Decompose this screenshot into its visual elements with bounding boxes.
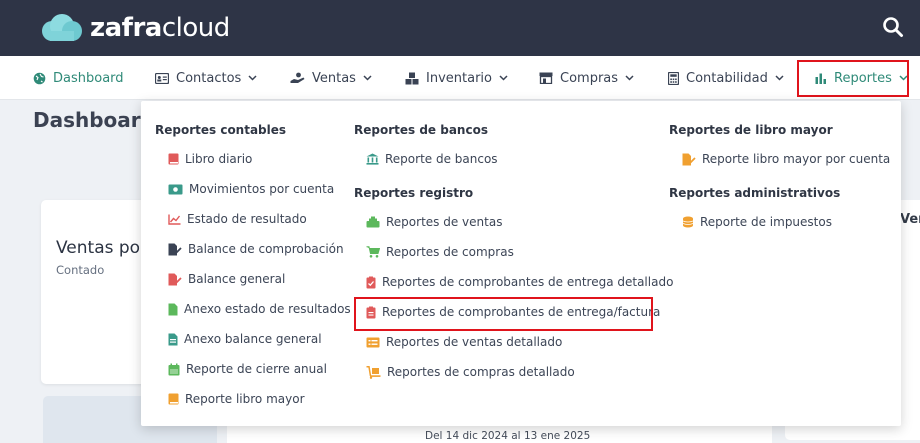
cash-register-icon bbox=[366, 216, 380, 228]
chevron-down-icon bbox=[775, 75, 784, 81]
section-heading-administrativos: Reportes administrativos bbox=[669, 186, 841, 200]
menu-item-label: Reportes de ventas detallado bbox=[386, 335, 563, 349]
top-bar: zafracloud bbox=[0, 0, 920, 56]
menu-item-libro-diario[interactable]: Libro diario bbox=[168, 150, 252, 168]
boxes-icon bbox=[405, 72, 419, 84]
cloud-logo-icon bbox=[42, 14, 82, 41]
entrega-factura-highlight-box bbox=[354, 297, 653, 331]
menu-item-anexo-balance-general[interactable]: Anexo balance general bbox=[168, 330, 322, 348]
nav-compras-label: Compras bbox=[560, 70, 619, 86]
menu-item-label: Libro diario bbox=[185, 152, 253, 166]
nav-ventas-label: Ventas bbox=[312, 70, 356, 86]
store-icon bbox=[539, 72, 553, 84]
nav-contactos[interactable]: Contactos bbox=[155, 56, 257, 100]
menu-item-label: Reportes de compras detallado bbox=[387, 365, 575, 379]
menu-item-label: Estado de resultado bbox=[187, 212, 307, 226]
coins-icon bbox=[682, 216, 694, 228]
menu-item-anexo-estado-de-resultados[interactable]: Anexo estado de resultados bbox=[168, 300, 351, 318]
menu-item-balance-general[interactable]: Balance general bbox=[168, 270, 285, 288]
chevron-down-icon bbox=[625, 75, 634, 81]
reportes-highlight-box bbox=[797, 60, 909, 97]
logo-text: zafracloud bbox=[90, 13, 230, 43]
file-icon bbox=[168, 303, 178, 315]
chevron-down-icon bbox=[248, 75, 257, 81]
book-icon bbox=[168, 153, 179, 165]
menu-item-label: Reporte libro mayor por cuenta bbox=[702, 152, 891, 166]
menu-item-label: Reporte de impuestos bbox=[700, 215, 832, 229]
menu-item-label: Balance general bbox=[188, 272, 286, 286]
nav-compras[interactable]: Compras bbox=[539, 56, 634, 100]
menu-item-reportes-de-ventas[interactable]: Reportes de ventas bbox=[366, 213, 502, 231]
hand-holding-icon bbox=[290, 72, 305, 83]
clipboard-check-icon bbox=[366, 276, 376, 288]
date-range-label: Del 14 dic 2024 al 13 ene 2025 bbox=[425, 430, 591, 442]
menu-item-reporte-de-bancos[interactable]: Reporte de bancos bbox=[366, 150, 498, 168]
menu-item-label: Reporte de bancos bbox=[385, 152, 498, 166]
file-edit-icon bbox=[168, 273, 182, 285]
menu-item-reporte-libro-mayor-por-cuenta[interactable]: Reporte libro mayor por cuenta bbox=[682, 150, 890, 168]
line-chart-icon bbox=[168, 214, 181, 225]
menu-item-label: Reportes de comprobantes de entrega deta… bbox=[382, 275, 674, 289]
bank-icon bbox=[366, 153, 379, 165]
money-bill-icon bbox=[168, 184, 183, 194]
nav-ventas[interactable]: Ventas bbox=[290, 56, 372, 100]
menu-item-label: Anexo estado de resultados bbox=[184, 302, 351, 316]
book-icon bbox=[168, 393, 179, 405]
nav-dashboard-label: Dashboard bbox=[53, 70, 124, 86]
section-heading-registro: Reportes registro bbox=[354, 186, 474, 200]
menu-item-reportes-de-compras[interactable]: Reportes de compras bbox=[366, 243, 514, 261]
menu-item-label: Movimientos por cuenta bbox=[189, 182, 335, 196]
address-card-icon bbox=[155, 72, 169, 84]
file-signature-icon bbox=[168, 243, 182, 255]
shopping-cart-icon bbox=[366, 246, 380, 258]
menu-item-label: Reporte libro mayor bbox=[185, 392, 305, 406]
menu-item-movimientos-por-cuenta[interactable]: Movimientos por cuenta bbox=[168, 180, 334, 198]
nav-inventario-label: Inventario bbox=[426, 70, 492, 86]
chevron-down-icon bbox=[499, 75, 508, 81]
menu-item-reportes-de-compras-detallado[interactable]: Reportes de compras detallado bbox=[366, 363, 575, 381]
section-heading-libro-mayor: Reportes de libro mayor bbox=[669, 123, 833, 137]
menu-item-reporte-de-cierre-anual[interactable]: Reporte de cierre anual bbox=[168, 360, 327, 378]
sales-card-subtitle: Contado bbox=[56, 263, 105, 277]
sales-card-title: Ventas po bbox=[56, 238, 141, 258]
nav-contabilidad[interactable]: Contabilidad bbox=[668, 56, 784, 100]
nav-contactos-label: Contactos bbox=[176, 70, 242, 86]
main-navbar: Dashboard Contactos Ventas Inventario Co… bbox=[0, 56, 920, 100]
menu-item-label: Anexo balance general bbox=[184, 332, 322, 346]
zafracloud-logo[interactable]: zafracloud bbox=[40, 10, 230, 46]
right-card-title: Ver bbox=[900, 212, 920, 227]
menu-item-balance-de-comprobacion[interactable]: Balance de comprobación bbox=[168, 240, 344, 258]
file-alt-icon bbox=[168, 333, 178, 345]
nav-dashboard[interactable]: Dashboard bbox=[33, 56, 124, 100]
menu-item-reporte-libro-mayor[interactable]: Reporte libro mayor bbox=[168, 390, 305, 408]
page-title: Dashboard bbox=[33, 108, 155, 132]
dolly-icon bbox=[366, 365, 381, 379]
search-icon[interactable] bbox=[882, 16, 904, 38]
section-heading-contables: Reportes contables bbox=[155, 123, 287, 137]
file-signature-icon bbox=[682, 153, 696, 165]
section-heading-bancos: Reportes de bancos bbox=[354, 123, 488, 137]
menu-item-label: Reporte de cierre anual bbox=[186, 362, 327, 376]
menu-item-comprobantes-entrega-detallado[interactable]: Reportes de comprobantes de entrega deta… bbox=[366, 273, 673, 291]
menu-item-label: Reportes de ventas bbox=[386, 215, 503, 229]
nav-inventario[interactable]: Inventario bbox=[405, 56, 508, 100]
nav-contabilidad-label: Contabilidad bbox=[686, 70, 768, 86]
menu-item-estado-de-resultado[interactable]: Estado de resultado bbox=[168, 210, 307, 228]
menu-item-label: Reportes de compras bbox=[386, 245, 514, 259]
calendar-icon bbox=[168, 363, 180, 375]
chevron-down-icon bbox=[363, 75, 372, 81]
menu-item-reportes-de-ventas-detallado[interactable]: Reportes de ventas detallado bbox=[366, 333, 562, 351]
calculator-icon bbox=[668, 71, 679, 85]
menu-item-label: Balance de comprobación bbox=[188, 242, 344, 256]
receipt-list-icon bbox=[366, 337, 380, 347]
globe-icon bbox=[33, 72, 46, 84]
menu-item-reporte-de-impuestos[interactable]: Reporte de impuestos bbox=[682, 213, 832, 231]
